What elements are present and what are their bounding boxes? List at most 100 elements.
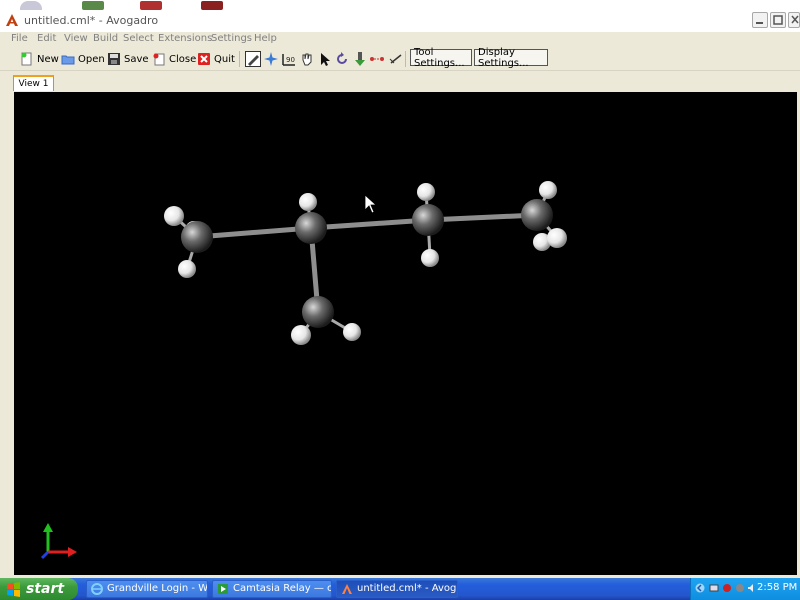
menu-build[interactable]: Build xyxy=(93,33,118,44)
open-label: Open xyxy=(78,53,105,65)
auto-optimize-icon xyxy=(355,52,365,66)
align-icon xyxy=(389,54,402,64)
close-window-button[interactable] xyxy=(788,12,800,28)
select-arrow-icon xyxy=(321,53,330,66)
tab-view-1[interactable]: View 1 xyxy=(13,75,54,91)
bond-centric-icon: 90 xyxy=(282,54,295,66)
hydrogen-atom[interactable] xyxy=(343,323,361,341)
carbon-atom[interactable] xyxy=(521,199,553,231)
bond[interactable] xyxy=(425,212,540,223)
hydrogen-atom[interactable] xyxy=(291,325,311,345)
y-axis-arrow xyxy=(43,523,53,532)
save-button[interactable]: Save xyxy=(107,51,149,67)
select-tool-button[interactable] xyxy=(317,51,333,67)
desktop-shortcut-icon[interactable] xyxy=(140,1,162,10)
taskbar-item-label: Grandville Login - Win... xyxy=(107,583,208,594)
minimize-button[interactable] xyxy=(752,12,768,28)
molecule-viewport[interactable] xyxy=(14,92,797,575)
hydrogen-atom[interactable] xyxy=(178,260,196,278)
desktop-shortcut-icon[interactable] xyxy=(201,1,223,10)
hydrogen-atom[interactable] xyxy=(547,228,567,248)
carbon-atom[interactable] xyxy=(302,296,334,328)
close-document-icon xyxy=(153,53,165,66)
axes-indicator xyxy=(40,523,77,560)
navigate-icon xyxy=(264,52,278,66)
clock[interactable]: 2:58 PM xyxy=(757,582,797,593)
carbon-atom[interactable] xyxy=(412,204,444,236)
svg-text:90: 90 xyxy=(286,56,295,64)
hydrogen-atom[interactable] xyxy=(421,249,439,267)
new-label: New xyxy=(37,53,59,65)
z-axis xyxy=(40,550,50,560)
toolbar-separator xyxy=(405,51,408,67)
menu-edit[interactable]: Edit xyxy=(37,33,56,44)
desktop-shortcut-icon[interactable] xyxy=(82,1,104,10)
hydrogen-atom[interactable] xyxy=(417,183,435,201)
avogadro-icon xyxy=(342,584,352,594)
menu-bar: File Edit View Build Select Extensions S… xyxy=(0,32,800,48)
menu-extensions[interactable]: Extensions xyxy=(158,33,212,44)
taskbar-item-label: untitled.cml* - Avoga... xyxy=(357,583,457,594)
floppy-disk-icon xyxy=(108,53,120,65)
menu-select[interactable]: Select xyxy=(123,33,154,44)
close-label: Close xyxy=(169,53,197,65)
tool-settings-button[interactable]: Tool Settings... xyxy=(410,47,472,69)
menu-file[interactable]: File xyxy=(11,33,28,44)
measure-tool-button[interactable] xyxy=(369,51,385,67)
molecule-render[interactable] xyxy=(14,92,797,575)
display-settings-button[interactable]: Display Settings... xyxy=(474,47,548,69)
menu-view[interactable]: View xyxy=(64,33,88,44)
new-button[interactable]: New xyxy=(20,51,59,67)
draw-pencil-icon xyxy=(248,55,259,66)
auto-rotate-icon xyxy=(337,52,347,64)
taskbar-item-camtasia[interactable]: Camtasia Relay — cg... xyxy=(212,580,332,598)
hydrogen-atom[interactable] xyxy=(299,193,317,211)
bonds xyxy=(172,190,559,336)
start-label: start xyxy=(26,581,65,597)
quit-icon xyxy=(198,53,210,65)
carbon-atom[interactable] xyxy=(295,212,327,244)
volume-icon[interactable] xyxy=(747,583,757,593)
maximize-icon xyxy=(773,15,783,25)
system-tray: 2:58 PM xyxy=(690,578,800,600)
auto-rotate-tool-button[interactable] xyxy=(334,51,350,67)
manipulate-hand-icon xyxy=(302,53,312,66)
avogadro-window: untitled.cml* - Avogadro File Edit View … xyxy=(0,10,800,578)
quit-button[interactable]: Quit xyxy=(197,51,235,67)
desktop-shortcut-icon[interactable] xyxy=(20,1,42,10)
network-icon[interactable] xyxy=(709,583,719,593)
open-button[interactable]: Open xyxy=(61,51,105,67)
bond[interactable] xyxy=(308,217,431,231)
main-toolbar: New Open Save Close Quit 90 Tool Setting… xyxy=(0,47,800,71)
bond[interactable] xyxy=(194,225,314,240)
bond-centric-tool-button[interactable]: 90 xyxy=(281,51,297,67)
taskbar-item-avogadro[interactable]: untitled.cml* - Avoga... xyxy=(336,580,458,598)
save-label: Save xyxy=(124,53,149,65)
close-icon xyxy=(791,15,799,24)
title-bar[interactable]: untitled.cml* - Avogadro xyxy=(0,10,800,32)
hydrogen-atom[interactable] xyxy=(539,181,557,199)
minimize-icon xyxy=(756,22,763,24)
hydrogen-atom[interactable] xyxy=(164,206,184,226)
taskbar-item-browser[interactable]: Grandville Login - Win... xyxy=(86,580,208,598)
window-title: untitled.cml* - Avogadro xyxy=(24,14,159,27)
start-button[interactable]: start xyxy=(0,578,78,600)
antivirus-icon[interactable] xyxy=(735,583,745,593)
security-icon[interactable] xyxy=(722,583,732,593)
maximize-button[interactable] xyxy=(770,12,786,28)
navigate-tool-button[interactable] xyxy=(263,51,279,67)
align-tool-button[interactable] xyxy=(388,51,404,67)
carbon-atom[interactable] xyxy=(181,221,213,253)
manipulate-tool-button[interactable] xyxy=(299,51,315,67)
menu-help[interactable]: Help xyxy=(254,33,277,44)
taskbar: start Grandville Login - Win... Camtasia… xyxy=(0,578,800,600)
close-button[interactable]: Close xyxy=(152,51,196,67)
taskbar-item-label: Camtasia Relay — cg... xyxy=(233,583,332,594)
avogadro-logo-icon xyxy=(6,14,18,26)
tray-expand-icon[interactable] xyxy=(695,583,705,593)
draw-tool-button[interactable] xyxy=(245,51,261,67)
x-axis-arrow xyxy=(68,547,77,557)
desktop-background xyxy=(0,0,800,10)
auto-optimize-tool-button[interactable] xyxy=(352,51,368,67)
menu-settings[interactable]: Settings xyxy=(211,33,252,44)
